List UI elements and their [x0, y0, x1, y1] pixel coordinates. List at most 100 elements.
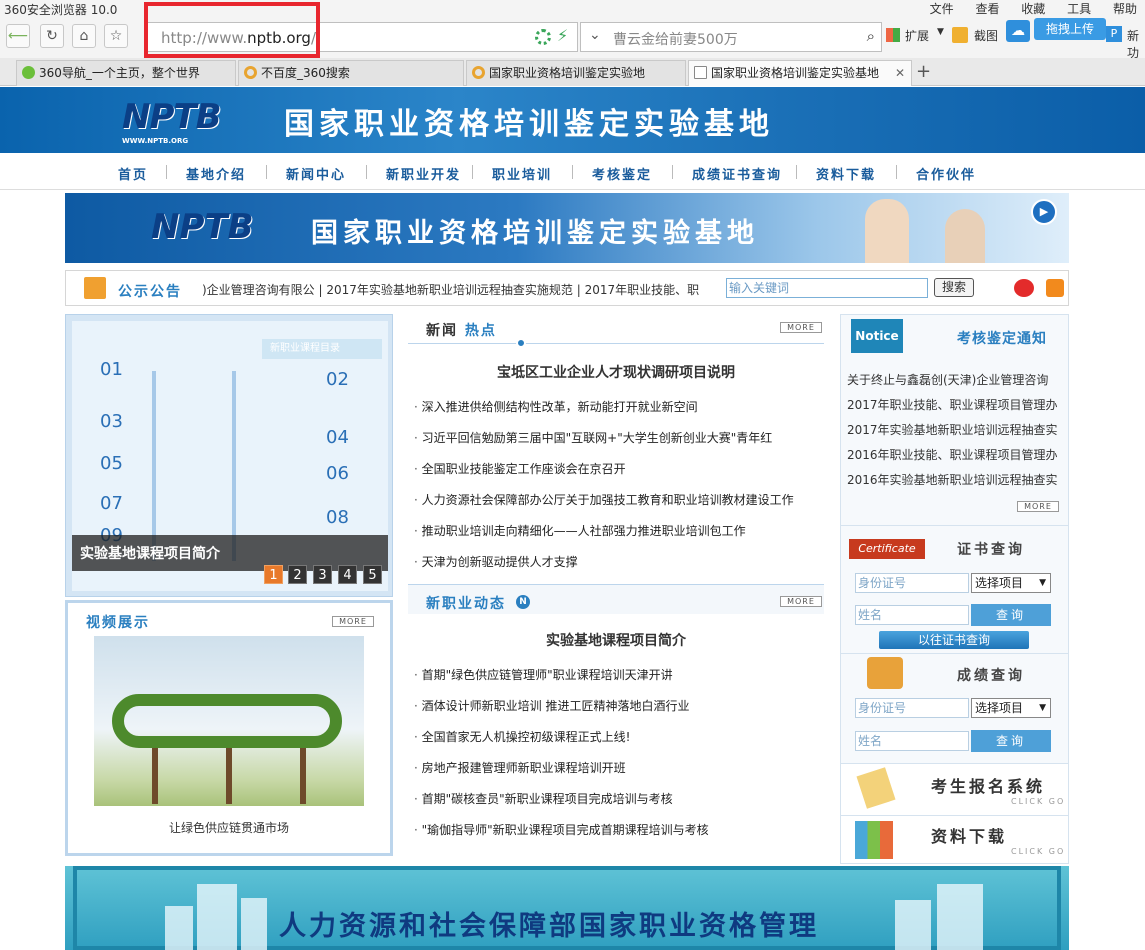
- cert-id-input[interactable]: 身份证号: [855, 573, 969, 593]
- slide-page-2[interactable]: 2: [288, 565, 307, 584]
- search-box[interactable]: ⌄ 曹云金给前妻500万 ⌕: [580, 22, 882, 52]
- menu-file[interactable]: 文件: [930, 2, 954, 16]
- news-hot-more-button[interactable]: MORE: [780, 322, 822, 333]
- list-item[interactable]: 首期"碳核查员"新职业课程项目完成培训与考核: [414, 790, 818, 807]
- play-icon[interactable]: ▶: [1031, 199, 1057, 225]
- tab-nptb-1[interactable]: 国家职业资格培训鉴定实验地: [466, 60, 686, 86]
- list-item[interactable]: 习近平回信勉励第三届中国"互联网+"大学生创新创业大赛"青年红: [414, 429, 818, 446]
- notice-marquee[interactable]: )企业管理咨询有限公 | 2017年实验基地新职业培训远程抽查实施规范 | 20…: [202, 281, 702, 298]
- search-icon[interactable]: ⌕: [867, 27, 875, 45]
- slide-page-5[interactable]: 5: [363, 565, 382, 584]
- tree-chain-image: [112, 694, 342, 748]
- new-tab-button[interactable]: +: [916, 61, 931, 82]
- nav-assessment[interactable]: 考核鉴定: [592, 164, 652, 183]
- old-cert-query-button[interactable]: 以往证书查询: [879, 631, 1029, 649]
- new-jobs-more-button[interactable]: MORE: [780, 596, 822, 607]
- site-title: 国家职业资格培训鉴定实验基地: [284, 107, 774, 142]
- nav-downloads[interactable]: 资料下载: [816, 164, 876, 183]
- list-item[interactable]: 天津为创新驱动提供人才支撑: [414, 553, 818, 570]
- chevron-down-icon[interactable]: ⌄: [589, 27, 601, 43]
- search-button[interactable]: 搜索: [934, 278, 974, 297]
- news-hot-headline[interactable]: 宝坻区工业企业人才现状调研项目说明: [408, 362, 824, 382]
- refresh-icon[interactable]: ↻: [40, 24, 64, 48]
- list-item[interactable]: "瑜伽指导师"新职业课程项目完成首期课程培训与考核: [414, 821, 818, 838]
- exam-notice-more-button[interactable]: MORE: [1017, 501, 1059, 512]
- nav-separator: [896, 165, 897, 179]
- cert-name-input[interactable]: 姓名: [855, 605, 969, 625]
- nav-about[interactable]: 基地介绍: [186, 164, 246, 183]
- list-item[interactable]: 2016年实验基地新职业培训远程抽查实: [847, 471, 1059, 488]
- tab-close-icon[interactable]: ✕: [895, 61, 905, 85]
- bottom-banner[interactable]: 人力资源和社会保障部国家职业资格管理: [65, 866, 1069, 950]
- list-item[interactable]: 关于终止与鑫磊创(天津)企业管理咨询: [847, 371, 1059, 388]
- p-icon[interactable]: P: [1106, 26, 1122, 42]
- back-icon[interactable]: ⟵: [6, 24, 30, 48]
- notice-bar: 公示公告 )企业管理咨询有限公 | 2017年实验基地新职业培训远程抽查实施规范…: [65, 270, 1069, 306]
- nav-training[interactable]: 职业培训: [492, 164, 552, 183]
- highlight-box: [144, 2, 320, 58]
- home-icon[interactable]: ⌂: [72, 24, 96, 48]
- tab-nptb-active[interactable]: 国家职业资格培训鉴定实验基地 ✕: [688, 60, 912, 86]
- slide-page-3[interactable]: 3: [313, 565, 332, 584]
- building-image: [895, 900, 931, 950]
- menu-help[interactable]: 帮助: [1113, 2, 1137, 16]
- menu-favorites[interactable]: 收藏: [1021, 2, 1045, 16]
- score-project-select[interactable]: 选择项目 ▼: [971, 698, 1051, 718]
- cert-project-select[interactable]: 选择项目 ▼: [971, 573, 1051, 593]
- cert-query-button[interactable]: 查询: [971, 604, 1051, 626]
- list-item[interactable]: 人力资源社会保障部办公厅关于加强技工教育和职业培训教材建设工作: [414, 491, 818, 508]
- nav-separator: [572, 165, 573, 179]
- menu-tools[interactable]: 工具: [1067, 2, 1091, 16]
- search-input[interactable]: 曹云金给前妻500万: [613, 29, 738, 49]
- site-logo[interactable]: NPTB WWW.NPTB.ORG: [122, 97, 221, 145]
- list-item[interactable]: 全国首家无人机操控初级课程正式上线!: [414, 728, 818, 745]
- poster-number: 05: [100, 453, 123, 474]
- nav-news[interactable]: 新闻中心: [286, 164, 346, 183]
- screenshot-button[interactable]: 截图: [974, 27, 998, 44]
- signup-label[interactable]: 考生报名系统: [931, 773, 1045, 797]
- divider: [408, 343, 824, 344]
- score-id-input[interactable]: 身份证号: [855, 698, 969, 718]
- list-item[interactable]: 酒体设计师新职业培训 推进工匠精神落地白酒行业: [414, 697, 818, 714]
- video-caption[interactable]: 让绿色供应链贯通市场: [68, 819, 390, 836]
- list-item[interactable]: 2017年职业技能、职业课程项目管理办: [847, 396, 1059, 413]
- list-item[interactable]: 全国职业技能鉴定工作座谈会在京召开: [414, 460, 818, 477]
- list-item[interactable]: 2016年职业技能、职业课程项目管理办: [847, 446, 1059, 463]
- video-thumbnail[interactable]: [94, 636, 364, 806]
- extensions-button[interactable]: 扩展: [905, 27, 929, 44]
- upload-button[interactable]: 拖拽上传: [1034, 18, 1106, 40]
- lightning-icon[interactable]: ⚡: [557, 26, 568, 45]
- list-item[interactable]: 2017年实验基地新职业培训远程抽查实: [847, 421, 1059, 438]
- nav-new-jobs[interactable]: 新职业开发: [386, 164, 461, 183]
- slide-page-4[interactable]: 4: [338, 565, 357, 584]
- tab-360-search[interactable]: 不百度_360搜索: [238, 60, 464, 86]
- cloud-icon[interactable]: ☁: [1006, 20, 1030, 42]
- rss-icon[interactable]: [1046, 279, 1064, 297]
- star-icon[interactable]: ☆: [104, 24, 128, 48]
- new-badge-icon: N: [516, 595, 530, 609]
- screenshot-icon[interactable]: [952, 27, 968, 43]
- score-query-button[interactable]: 查询: [971, 730, 1051, 752]
- list-item[interactable]: 深入推进供给侧结构性改革，新动能打开就业新空间: [414, 398, 818, 415]
- weibo-icon[interactable]: [1014, 279, 1034, 297]
- keyword-input[interactable]: 输入关键词: [726, 278, 928, 298]
- nav-partners[interactable]: 合作伙伴: [916, 164, 976, 183]
- new-jobs-headline[interactable]: 实验基地课程项目简介: [408, 630, 824, 650]
- download-label[interactable]: 资料下载: [931, 823, 1007, 847]
- video-more-button[interactable]: MORE: [332, 616, 374, 627]
- score-name-input[interactable]: 姓名: [855, 731, 969, 751]
- list-item[interactable]: 首期"绿色供应链管理师"职业课程培训天津开讲: [414, 666, 818, 683]
- right-sidebar: Notice 考核鉴定通知 关于终止与鑫磊创(天津)企业管理咨询 2017年职业…: [840, 314, 1069, 864]
- list-item[interactable]: 房地产报建管理师新职业课程培训开班: [414, 759, 818, 776]
- nav-cert-query[interactable]: 成绩证书查询: [692, 164, 782, 183]
- list-item[interactable]: 推动职业培训走向精细化——人社部强力推进职业培训包工作: [414, 522, 818, 539]
- slide-page-1[interactable]: 1: [264, 565, 283, 584]
- nav-home[interactable]: 首页: [118, 164, 148, 183]
- extra-button[interactable]: 新功: [1127, 27, 1145, 61]
- slide-caption[interactable]: 实验基地课程项目简介: [80, 543, 220, 563]
- extensions-icon[interactable]: [886, 28, 900, 42]
- chevron-down-icon[interactable]: ▼: [937, 27, 944, 37]
- menu-view[interactable]: 查看: [975, 2, 999, 16]
- tab-360-nav[interactable]: 360导航_一个主页，整个世界: [16, 60, 236, 86]
- nav-separator: [366, 165, 367, 179]
